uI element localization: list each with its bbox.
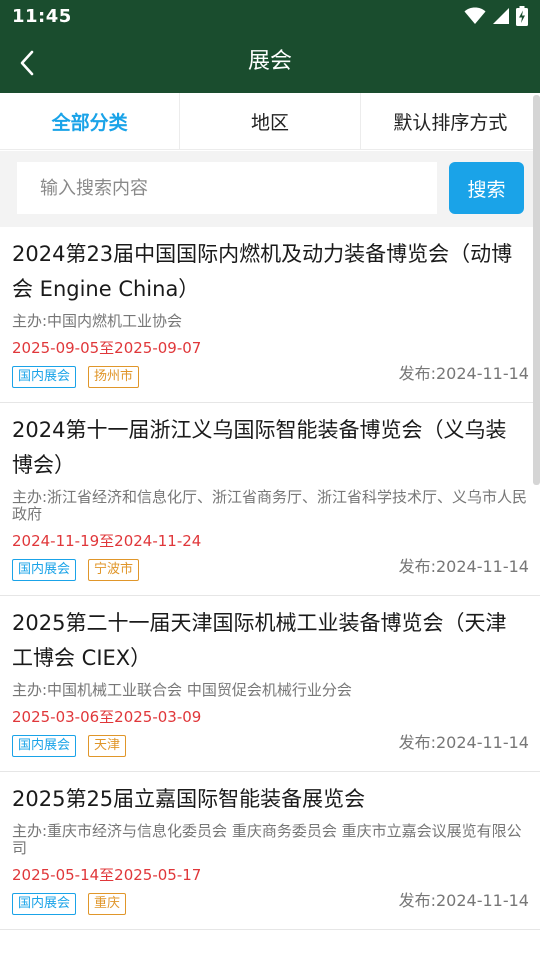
expo-list: 2024第23届中国国际内燃机及动力装备博览会（动博会 Engine China… [0, 227, 540, 930]
wifi-icon [464, 7, 486, 24]
expo-type-tag: 国内展会 [12, 559, 77, 581]
expo-region-tag: 天津 [88, 735, 127, 757]
expo-title: 2024第23届中国国际内燃机及动力装备博览会（动博会 Engine China… [12, 242, 513, 301]
filter-tab-region[interactable]: 地区 [180, 93, 361, 149]
status-icons [464, 6, 528, 26]
expo-region-tag: 重庆 [88, 893, 127, 915]
battery-charging-icon [516, 6, 528, 26]
expo-date-range: 2024-11-19至2024-11-24 [12, 532, 202, 550]
expo-organizer: 主办:浙江省经济和信息化厅、浙江省商务厅、浙江省科学技术厅、义乌市人民政府 [12, 488, 528, 523]
expo-published-date: 发布:2024-11-14 [398, 557, 529, 576]
expo-list-item[interactable]: 2025第二十一届天津国际机械工业装备博览会（天津工博会 CIEX） 主办:中国… [0, 596, 540, 772]
page-title: 展会 [247, 49, 292, 74]
filter-bar: 全部分类 地区 默认排序方式 [0, 93, 540, 150]
expo-type-tag: 国内展会 [12, 735, 77, 757]
app-bar: 展会 [0, 33, 540, 93]
search-input[interactable] [17, 162, 437, 214]
expo-date-range: 2025-09-05至2025-09-07 [12, 339, 202, 357]
expo-type-tag: 国内展会 [12, 366, 77, 388]
expo-title: 2024第十一届浙江义乌国际智能装备博览会（义乌装博会） [12, 418, 507, 477]
signal-icon [493, 8, 509, 24]
search-area: 搜索 [0, 151, 540, 227]
expo-title: 2025第二十一届天津国际机械工业装备博览会（天津工博会 CIEX） [12, 611, 507, 670]
expo-title: 2025第25届立嘉国际智能装备展览会 [12, 787, 366, 811]
expo-list-item[interactable]: 2024第十一届浙江义乌国际智能装备博览会（义乌装博会） 主办:浙江省经济和信息… [0, 403, 540, 596]
scrollbar[interactable] [533, 95, 540, 485]
expo-published-date: 发布:2024-11-14 [398, 364, 529, 383]
expo-organizer: 主办:重庆市经济与信息化委员会 重庆商务委员会 重庆市立嘉会议展览有限公司 [12, 822, 522, 857]
expo-region-tag: 宁波市 [88, 559, 140, 581]
filter-tab-category[interactable]: 全部分类 [0, 93, 181, 149]
expo-date-range: 2025-03-06至2025-03-09 [12, 708, 202, 726]
expo-type-tag: 国内展会 [12, 893, 77, 915]
filter-tab-sort[interactable]: 默认排序方式 [361, 93, 540, 149]
expo-published-date: 发布:2024-11-14 [398, 733, 529, 752]
expo-list-item[interactable]: 2025第25届立嘉国际智能装备展览会 主办:重庆市经济与信息化委员会 重庆商务… [0, 772, 540, 930]
status-bar: 11:45 [0, 0, 540, 33]
expo-list-item[interactable]: 2024第23届中国国际内燃机及动力装备博览会（动博会 Engine China… [0, 227, 540, 403]
expo-date-range: 2025-05-14至2025-05-17 [12, 866, 202, 884]
expo-region-tag: 扬州市 [88, 366, 140, 388]
expo-organizer: 主办:中国机械工业联合会 中国贸促会机械行业分会 [12, 681, 352, 699]
status-time: 11:45 [12, 6, 72, 27]
expo-published-date: 发布:2024-11-14 [398, 891, 529, 910]
expo-organizer: 主办:中国内燃机工业协会 [12, 312, 183, 330]
search-button[interactable]: 搜索 [449, 162, 524, 214]
